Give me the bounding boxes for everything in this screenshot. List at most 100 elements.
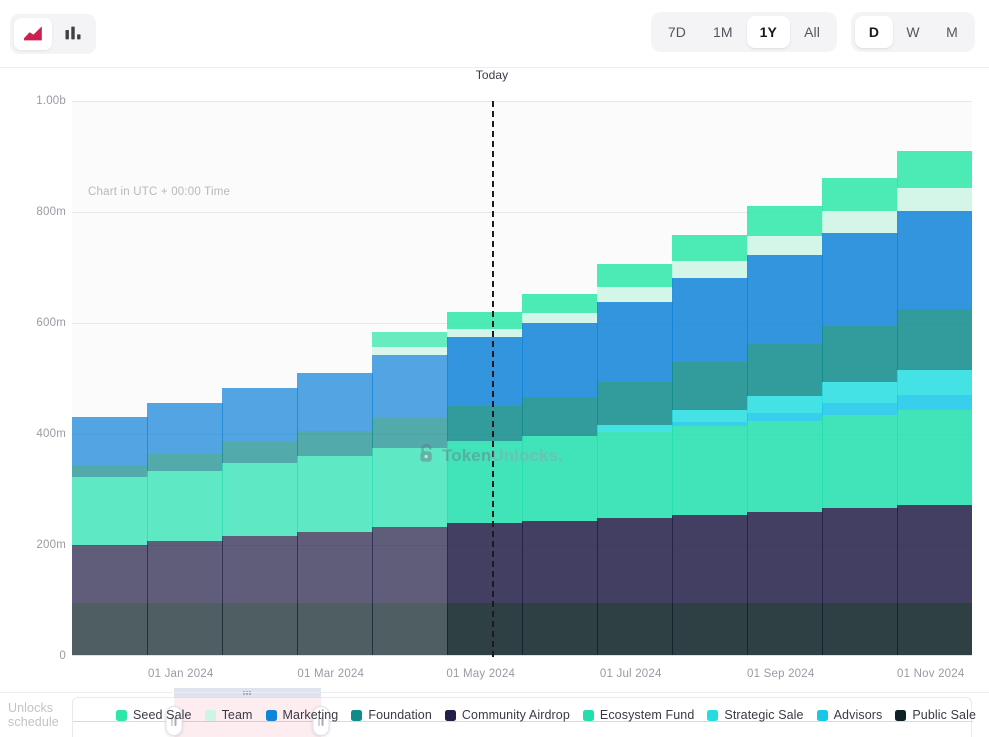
range-controls: 7D1M1YAll DWM [651, 12, 975, 52]
chart-header: 7D1M1YAll DWM [0, 0, 989, 68]
area-segment [447, 406, 523, 440]
area-segment [72, 603, 148, 656]
chart-type-toggle-group[interactable] [10, 14, 96, 54]
area-segment [822, 178, 898, 211]
area-segment [672, 603, 748, 656]
area-segment [372, 603, 448, 656]
legend-label: Community Airdrop [462, 708, 570, 722]
x-axis-label: 01 Nov 2024 [897, 668, 964, 680]
area-segment [147, 541, 223, 603]
area-segment [897, 370, 972, 396]
area-segment [897, 410, 972, 505]
x-axis-line [72, 655, 972, 656]
y-axis-label: 200m [4, 539, 66, 551]
area-segment [147, 603, 223, 656]
area-segment [297, 603, 373, 656]
legend-swatch [351, 710, 362, 721]
area-segment [897, 188, 972, 211]
area-segment [72, 465, 148, 477]
area-segment [897, 603, 972, 656]
plot-area [72, 101, 972, 656]
stacked-area-series [72, 101, 972, 656]
legend-swatch [205, 710, 216, 721]
legend-label: Advisors [834, 708, 883, 722]
area-segment [447, 312, 523, 329]
range-button-1m[interactable]: 1M [700, 16, 746, 48]
area-segment [747, 396, 823, 413]
legend-label: Marketing [283, 708, 339, 722]
today-label: Today [476, 68, 509, 82]
area-segment [522, 323, 598, 397]
area-segment [747, 255, 823, 344]
area-segment [447, 329, 523, 338]
area-segment [747, 413, 823, 421]
area-segment [147, 403, 223, 454]
chart-area: 0200m400m600m800m1.00b Chart in UTC + 00… [0, 68, 989, 692]
x-axis-label: 01 Jan 2024 [148, 668, 214, 680]
area-segment [672, 362, 748, 410]
legend-item[interactable]: Team [205, 708, 253, 722]
legend-item[interactable]: Foundation [351, 708, 432, 722]
area-segment [372, 332, 448, 346]
range-button-1y[interactable]: 1Y [747, 16, 790, 48]
granularity-button-m[interactable]: M [933, 16, 971, 48]
legend-swatch [895, 710, 906, 721]
area-segment [372, 527, 448, 602]
bar-chart-icon [64, 25, 82, 44]
area-segment [897, 395, 972, 409]
today-marker-line [492, 101, 494, 657]
area-segment [297, 373, 373, 431]
legend-item[interactable]: Advisors [817, 708, 883, 722]
area-segment [72, 545, 148, 603]
area-segment [597, 425, 673, 432]
range-button-7d[interactable]: 7D [655, 16, 699, 48]
x-axis-label: 01 May 2024 [446, 668, 515, 680]
legend-item[interactable]: Seed Sale [116, 708, 192, 722]
area-chart-button[interactable] [14, 18, 52, 50]
area-segment [522, 397, 598, 436]
area-segment [522, 294, 598, 313]
y-axis-label: 400m [4, 428, 66, 440]
legend-items: Seed Sale Team Marketing Foundation Communit… [116, 708, 989, 722]
time-range-selector[interactable]: 7D1M1YAll [651, 12, 837, 52]
area-segment [597, 382, 673, 425]
area-segment [522, 436, 598, 520]
legend-swatch [116, 710, 127, 721]
granularity-selector[interactable]: DWM [851, 12, 975, 52]
legend-item[interactable]: Ecosystem Fund [583, 708, 695, 722]
area-segment [747, 512, 823, 603]
area-segment [222, 603, 298, 656]
granularity-button-d[interactable]: D [855, 16, 893, 48]
area-segment [297, 456, 373, 531]
area-segment [747, 603, 823, 656]
area-segment [72, 477, 148, 545]
unlocks-chart-page: 7D1M1YAll DWM 0200m400m600m800m1.00b Cha… [0, 0, 989, 737]
area-segment [597, 302, 673, 382]
chart-legend: Unlocks schedule Seed Sale Team Marketing F… [0, 692, 989, 737]
granularity-button-w[interactable]: W [894, 16, 932, 48]
area-segment [747, 421, 823, 512]
legend-item[interactable]: Community Airdrop [445, 708, 570, 722]
area-segment [897, 151, 972, 188]
range-button-all[interactable]: All [791, 16, 833, 48]
area-segment [222, 442, 298, 463]
area-segment [822, 233, 898, 326]
y-axis-label: 600m [4, 317, 66, 329]
x-axis-label: 01 Jul 2024 [600, 668, 662, 680]
area-segment [747, 206, 823, 236]
legend-item[interactable]: Strategic Sale [707, 708, 803, 722]
area-segment [222, 388, 298, 442]
legend-label: Ecosystem Fund [600, 708, 695, 722]
bar-chart-button[interactable] [54, 18, 92, 50]
area-segment [672, 261, 748, 278]
area-segment [522, 521, 598, 603]
legend-title: Unlocks schedule [8, 701, 103, 729]
area-segment [72, 417, 148, 465]
legend-item[interactable]: Marketing [266, 708, 339, 722]
area-segment [897, 211, 972, 309]
area-segment [672, 426, 748, 515]
legend-item[interactable]: Public Sale [895, 708, 976, 722]
legend-swatch [583, 710, 594, 721]
y-axis-label: 0 [4, 650, 66, 662]
area-segment [372, 347, 448, 355]
